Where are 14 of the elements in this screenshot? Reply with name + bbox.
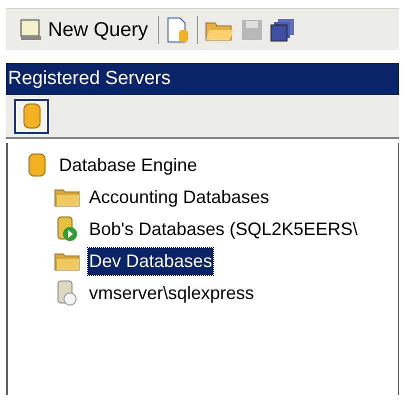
folder-icon — [54, 251, 80, 271]
folder-icon — [54, 187, 80, 207]
server-running-icon — [56, 216, 78, 242]
server-stopped-icon — [56, 280, 78, 306]
tree-item[interactable]: Accounting Databases — [88, 184, 270, 210]
database-icon — [22, 103, 40, 129]
tree-item[interactable]: Database Engine — [58, 152, 198, 178]
database-engine-button[interactable] — [14, 98, 49, 134]
tree-item[interactable]: vmserver\sqlexpress — [88, 280, 256, 306]
database-icon — [28, 153, 46, 177]
new-query-button[interactable]: New Query — [18, 14, 152, 44]
tree-item[interactable]: Dev Databases — [88, 248, 214, 274]
tree-item[interactable]: Bob's Databases (SQL2K5EERS\ — [88, 216, 359, 242]
panel-title: Registered Servers — [8, 66, 171, 91]
